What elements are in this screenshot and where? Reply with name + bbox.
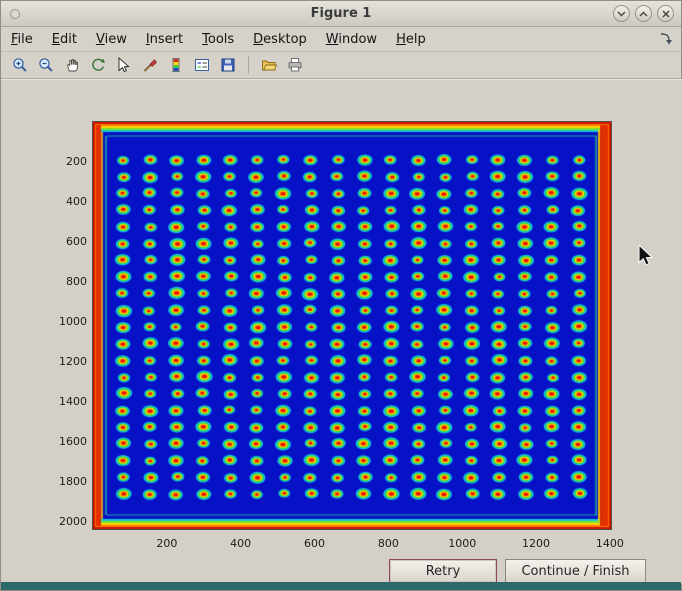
menu-item-edit[interactable]: Edit: [52, 32, 77, 47]
zoom-in-icon: [11, 56, 29, 74]
x-tick-label: 1200: [518, 537, 554, 550]
y-tick-label: 1200: [45, 355, 87, 368]
y-tick-label: 400: [45, 195, 87, 208]
y-tick-label: 1400: [45, 395, 87, 408]
colorbar-icon: [167, 56, 185, 74]
toolbar-zoom-out-button[interactable]: [35, 54, 57, 76]
print-icon: [286, 56, 304, 74]
menu-item-desktop[interactable]: Desktop: [253, 32, 307, 47]
figure-content: Retry Continue / Finish 200 400 600 800 1000…: [1, 79, 682, 584]
toolbar-colorbar-button[interactable]: [165, 54, 187, 76]
toolbar-brush-button[interactable]: [139, 54, 161, 76]
y-tick-label: 2000: [45, 515, 87, 528]
retry-button[interactable]: Retry: [389, 559, 497, 583]
continue-finish-button[interactable]: Continue / Finish: [505, 559, 646, 583]
y-tick-label: 1600: [45, 435, 87, 448]
shade-button[interactable]: [613, 5, 630, 22]
y-tick-label: 200: [45, 155, 87, 168]
menu-bar: File Edit View Insert Tools Desktop Window Help: [1, 27, 681, 51]
menu-item-insert[interactable]: Insert: [146, 32, 183, 47]
save-icon: [219, 56, 237, 74]
x-tick-label: 1000: [444, 537, 480, 550]
brush-icon: [141, 56, 159, 74]
toolbar-open-file-button[interactable]: [258, 54, 280, 76]
zoom-out-icon: [37, 56, 55, 74]
close-button[interactable]: [657, 5, 674, 22]
x-tick-label: 200: [149, 537, 185, 550]
pan-icon: [63, 56, 81, 74]
close-icon: [662, 10, 670, 18]
window-title: Figure 1: [1, 6, 681, 21]
insert-legend-icon: [193, 56, 211, 74]
y-tick-label: 1000: [45, 315, 87, 328]
toolbar-pan-button[interactable]: [61, 54, 83, 76]
x-tick-label: 600: [297, 537, 333, 550]
toolbar-print-button[interactable]: [284, 54, 306, 76]
x-tick-label: 800: [370, 537, 406, 550]
x-tick-label: 400: [223, 537, 259, 550]
toolbar-zoom-in-button[interactable]: [9, 54, 31, 76]
toolbar-data-cursor-button[interactable]: [113, 54, 135, 76]
open-file-icon: [260, 56, 278, 74]
rotate-3d-icon: [89, 56, 107, 74]
window-controls: [613, 5, 674, 22]
toolbar-separator: [248, 56, 249, 74]
dock-figure-icon[interactable]: [659, 32, 672, 49]
y-tick-label: 600: [45, 235, 87, 248]
y-tick-label: 800: [45, 275, 87, 288]
menu-item-tools[interactable]: Tools: [202, 32, 234, 47]
chevron-up-icon: [639, 11, 648, 17]
menu-item-window[interactable]: Window: [326, 32, 377, 47]
x-tick-label: 1400: [592, 537, 628, 550]
title-bar: Figure 1: [1, 1, 681, 27]
toolbar-save-button[interactable]: [217, 54, 239, 76]
toolbar-rotate-3d-button[interactable]: [87, 54, 109, 76]
figure-toolbar: [1, 51, 681, 79]
toolbar-insert-legend-button[interactable]: [191, 54, 213, 76]
figure-window: Figure 1 FileEditViewInsertToolsDesk: [0, 0, 682, 591]
figure-image: [93, 122, 611, 529]
menu-item-help[interactable]: Help: [396, 32, 426, 47]
chevron-down-icon: [617, 11, 626, 17]
data-cursor-icon: [115, 56, 133, 74]
maximize-button[interactable]: [635, 5, 652, 22]
menu-bar-items: File Edit View Insert Tools Desktop Window Help: [11, 32, 426, 47]
menu-item-view[interactable]: View: [96, 32, 127, 47]
window-bottom-edge: [1, 582, 681, 590]
y-tick-label: 1800: [45, 475, 87, 488]
menu-item-file[interactable]: File: [11, 32, 33, 47]
